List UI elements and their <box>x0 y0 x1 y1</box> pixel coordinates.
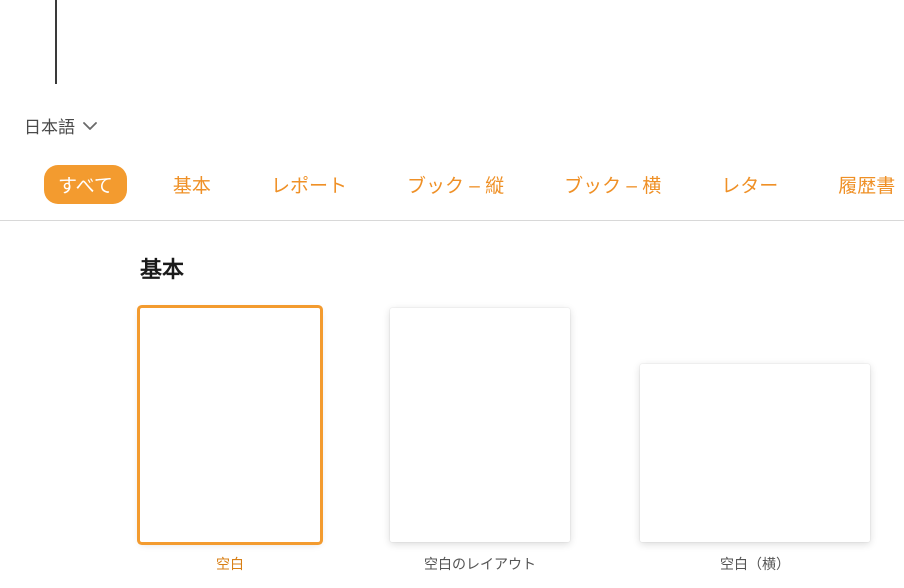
templates-row: 空白 空白のレイアウト 空白（横） <box>140 308 874 574</box>
language-label: 日本語 <box>24 113 75 138</box>
section-title: 基本 <box>140 252 874 284</box>
tab-report[interactable]: レポート <box>257 165 361 204</box>
template-blank-layout[interactable]: 空白のレイアウト <box>390 308 570 574</box>
template-thumb <box>390 308 570 542</box>
header-area <box>0 0 904 100</box>
content-area: 基本 空白 空白のレイアウト 空白（横） <box>0 222 904 588</box>
tab-letter[interactable]: レター <box>707 165 792 204</box>
callout-line <box>55 0 57 84</box>
language-selector[interactable]: 日本語 <box>24 113 97 138</box>
template-thumb <box>640 364 870 542</box>
tab-book-landscape[interactable]: ブック – 横 <box>550 165 675 204</box>
template-blank[interactable]: 空白 <box>140 308 320 574</box>
chevron-down-icon <box>83 122 97 130</box>
template-label: 空白 <box>216 554 244 574</box>
template-label: 空白のレイアウト <box>424 554 536 574</box>
tab-resume[interactable]: 履歴書 <box>824 165 904 204</box>
tab-book-portrait[interactable]: ブック – 縦 <box>393 165 518 204</box>
category-tabs: すべて 基本 レポート ブック – 縦 ブック – 横 レター 履歴書 ち <box>0 165 904 221</box>
template-blank-landscape[interactable]: 空白（横） <box>640 364 870 574</box>
tab-basic[interactable]: 基本 <box>159 165 225 204</box>
tab-all[interactable]: すべて <box>44 165 127 204</box>
template-label: 空白（横） <box>720 554 790 574</box>
template-thumb <box>140 308 320 542</box>
